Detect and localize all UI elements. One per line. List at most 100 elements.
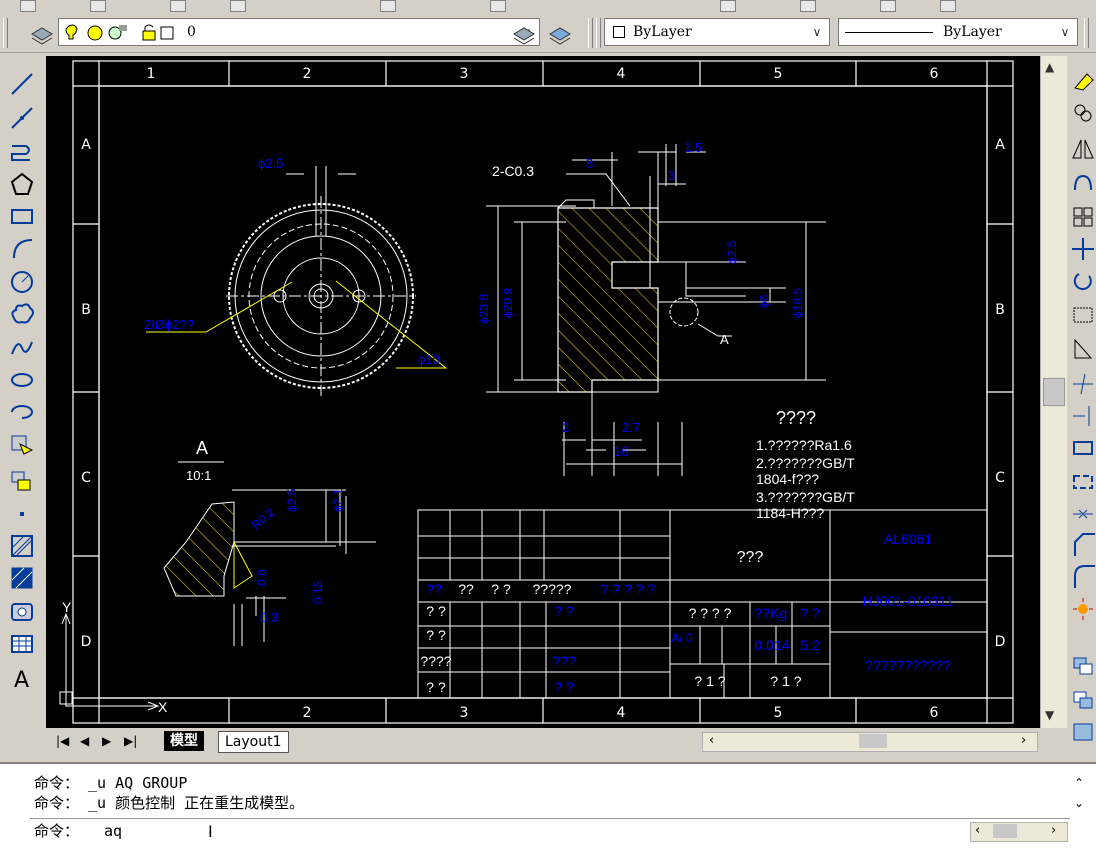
- scale-icon[interactable]: [1071, 302, 1095, 328]
- tool-icon[interactable]: [490, 0, 506, 12]
- tool-icon[interactable]: [90, 0, 106, 12]
- linetype-combo[interactable]: ByLayer ∨: [838, 18, 1078, 46]
- polygon-icon[interactable]: [8, 170, 36, 198]
- dim-text: 0.8: [255, 569, 269, 586]
- row-label: B: [995, 302, 1005, 318]
- tab-first-icon[interactable]: |◀: [50, 731, 75, 751]
- ellipse-arc-icon[interactable]: [8, 398, 36, 426]
- layout-tab-bar: |◀ ◀ ▶ ▶| 模型 Layout1 ‹ ›: [46, 728, 1068, 754]
- blue-cell-text: ? ?: [554, 679, 574, 695]
- rotate-icon[interactable]: [1071, 268, 1095, 294]
- toolbar-grip[interactable]: [596, 18, 601, 48]
- join-icon[interactable]: [1071, 500, 1095, 526]
- stretch-icon[interactable]: [1071, 336, 1095, 362]
- layer-previous-icon[interactable]: [546, 20, 574, 46]
- chevron-down-icon[interactable]: ∨: [1055, 21, 1075, 43]
- scroll-thumb[interactable]: [993, 824, 1017, 838]
- command-history-line: 命令： _u AQ GROUP: [34, 774, 188, 792]
- scroll-left-icon[interactable]: ‹: [975, 823, 980, 838]
- scroll-right-icon[interactable]: ›: [1021, 733, 1026, 748]
- extend-icon[interactable]: [1071, 402, 1095, 428]
- insert-block-icon[interactable]: [8, 430, 36, 458]
- scroll-down-icon[interactable]: ⌄: [1074, 796, 1084, 810]
- arc-icon[interactable]: [8, 234, 36, 262]
- break-at-point-icon[interactable]: [1071, 468, 1095, 494]
- scroll-thumb[interactable]: [1043, 378, 1065, 406]
- command-prompt: 命令：: [34, 822, 80, 840]
- send-back-icon[interactable]: [1071, 720, 1095, 746]
- draworder-icon[interactable]: [1071, 654, 1095, 680]
- revision-cloud-icon[interactable]: [8, 300, 36, 328]
- array-icon[interactable]: [1071, 204, 1095, 230]
- gradient-icon[interactable]: [8, 564, 36, 592]
- table-icon[interactable]: [8, 630, 36, 658]
- make-current-layer-icon[interactable]: [512, 20, 540, 46]
- command-window: 命令： _u AQ GROUP 命令： _u 颜色控制 正在重生成模型。 命令：…: [0, 762, 1096, 858]
- polyline-icon[interactable]: [8, 138, 36, 166]
- region-icon[interactable]: [8, 598, 36, 626]
- explode-icon[interactable]: [1071, 596, 1095, 622]
- tool-icon[interactable]: [800, 0, 816, 12]
- mirror-icon[interactable]: [1071, 136, 1095, 162]
- fillet-icon[interactable]: [1071, 564, 1095, 590]
- tab-prev-icon[interactable]: ◀: [74, 731, 95, 751]
- color-combo[interactable]: ByLayer ∨: [604, 18, 830, 46]
- scroll-down-icon[interactable]: ▼: [1045, 708, 1054, 722]
- break-icon[interactable]: [1071, 434, 1095, 460]
- linetype-value: ByLayer: [943, 24, 1002, 40]
- toolbar-grip[interactable]: [588, 18, 593, 48]
- company-text: ???????????: [865, 657, 951, 673]
- drawing-area[interactable]: 1 2 3 4 5 6 2 3 4 5 6 A B C D A B C D ϕ2…: [46, 56, 1040, 728]
- scroll-thumb[interactable]: [859, 734, 887, 748]
- tool-icon[interactable]: [940, 0, 956, 12]
- point-icon[interactable]: [8, 500, 36, 528]
- erase-icon[interactable]: [1071, 68, 1095, 94]
- tool-icon[interactable]: [230, 0, 246, 12]
- layer-manager-icon[interactable]: [28, 20, 56, 46]
- line-icon[interactable]: [8, 70, 36, 98]
- command-hscroll[interactable]: ‹ ›: [970, 822, 1068, 842]
- tool-icon[interactable]: [170, 0, 186, 12]
- toolbar-grip[interactable]: [3, 18, 8, 48]
- mass-text: ??Kg: [755, 605, 788, 621]
- scroll-up-icon[interactable]: ▲: [1045, 60, 1054, 74]
- col-label: 1: [147, 66, 156, 82]
- scroll-left-icon[interactable]: ‹: [709, 733, 714, 748]
- toolbar-grip[interactable]: [1084, 18, 1089, 48]
- tab-layout1[interactable]: Layout1: [218, 731, 289, 753]
- spline-icon[interactable]: [8, 334, 36, 362]
- vertical-scrollbar[interactable]: ▲ ▼: [1040, 56, 1067, 730]
- tool-icon[interactable]: [380, 0, 396, 12]
- horizontal-scrollbar[interactable]: ‹ ›: [702, 732, 1038, 752]
- hatch-icon[interactable]: [8, 532, 36, 560]
- command-history-line: 命令： _u 颜色控制 正在重生成模型。: [34, 794, 305, 812]
- chamfer-icon[interactable]: [1071, 532, 1095, 558]
- dim-text: ϕ10: [418, 352, 440, 367]
- tab-model[interactable]: 模型: [164, 731, 204, 751]
- command-input[interactable]: aq: [104, 822, 122, 840]
- circle-icon[interactable]: [8, 268, 36, 296]
- tool-icon[interactable]: [20, 0, 36, 12]
- dim-text: 8: [586, 156, 593, 171]
- make-block-icon[interactable]: [8, 466, 36, 494]
- chevron-down-icon[interactable]: ∨: [807, 21, 827, 43]
- tab-last-icon[interactable]: ▶|: [118, 731, 143, 751]
- col-label: 6: [930, 66, 939, 82]
- copy-icon[interactable]: [1071, 100, 1095, 126]
- trim-icon[interactable]: [1071, 370, 1095, 396]
- move-icon[interactable]: [1071, 236, 1095, 262]
- bring-front-icon[interactable]: [1071, 688, 1095, 714]
- scroll-right-icon[interactable]: ›: [1051, 823, 1056, 838]
- tool-icon[interactable]: [880, 0, 896, 12]
- dim-text: 2.7: [622, 420, 640, 435]
- tool-icon[interactable]: [720, 0, 736, 12]
- scroll-up-icon[interactable]: ⌃: [1074, 776, 1084, 790]
- ellipse-icon[interactable]: [8, 366, 36, 394]
- rectangle-icon[interactable]: [8, 202, 36, 230]
- tab-next-icon[interactable]: ▶: [96, 731, 117, 751]
- layer-combo[interactable]: 0 ∨: [58, 18, 540, 46]
- construction-line-icon[interactable]: [8, 104, 36, 132]
- multiline-text-icon[interactable]: A: [8, 664, 36, 693]
- offset-icon[interactable]: [1071, 170, 1095, 196]
- scale-text: 5:2: [800, 637, 820, 653]
